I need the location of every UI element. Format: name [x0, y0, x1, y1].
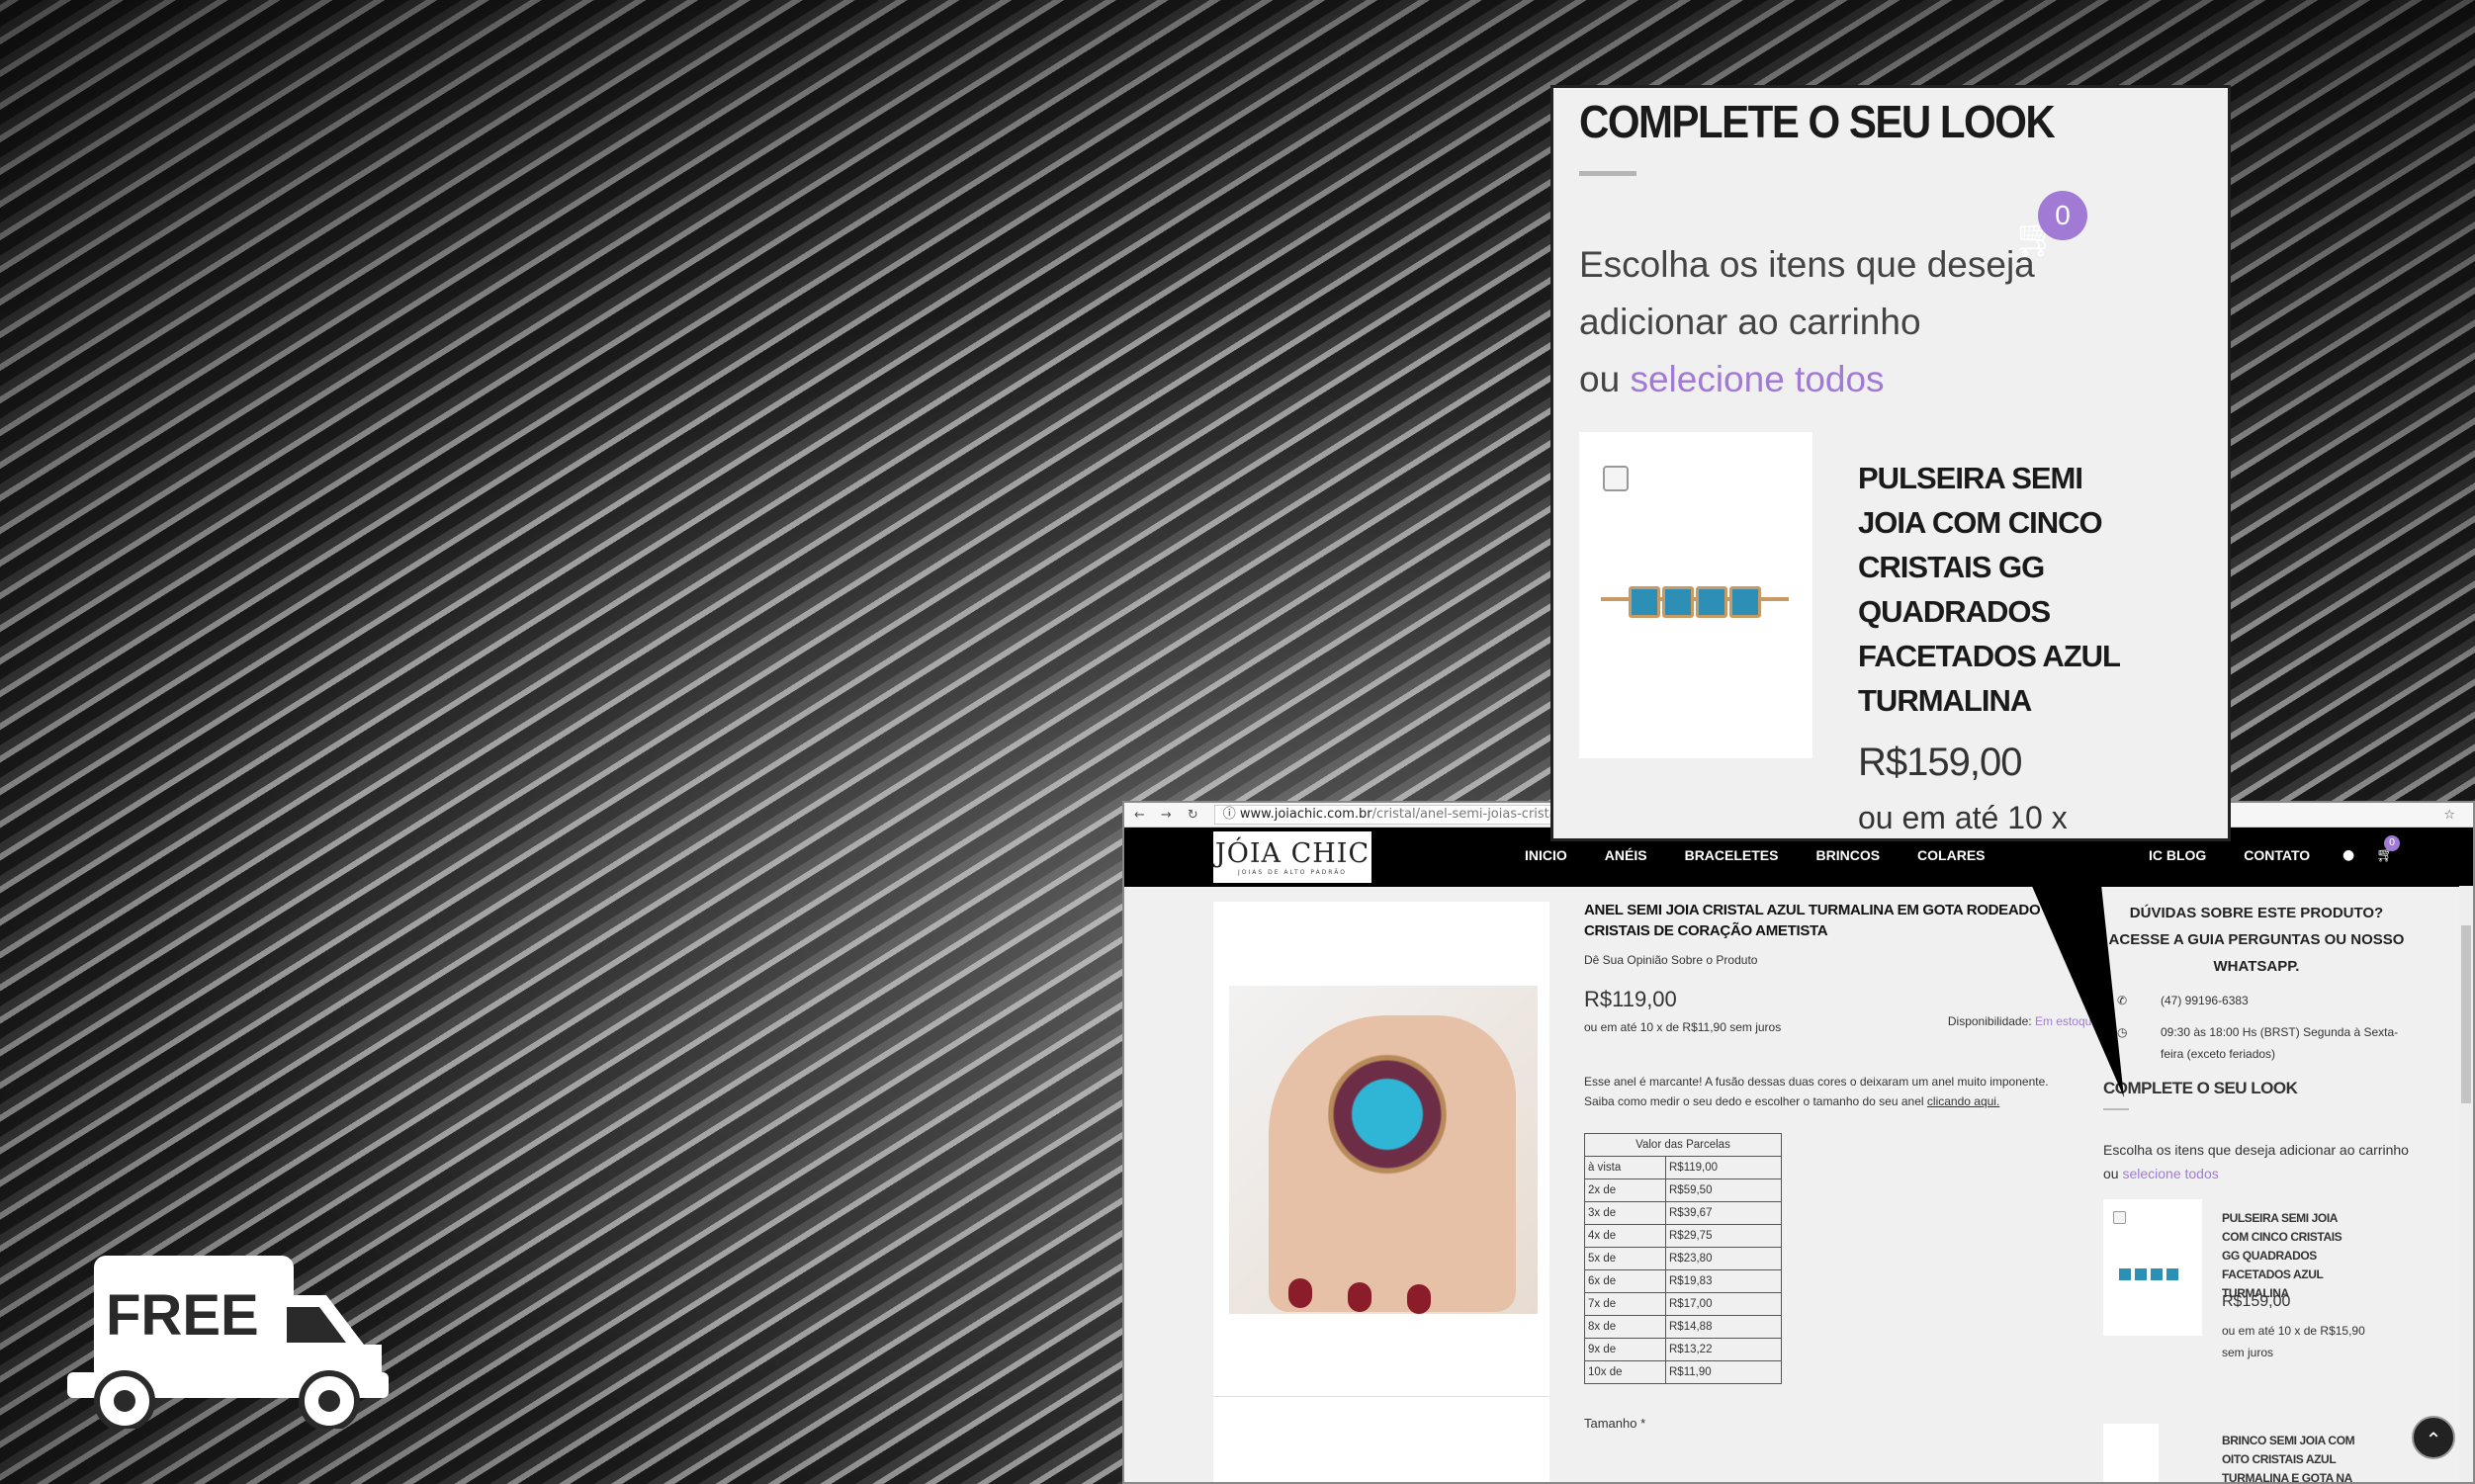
- product-title: ANEL SEMI JOIA CRISTAL AZUL TURMALINA EM…: [1584, 902, 2065, 939]
- bracelet-gem: [1629, 586, 1660, 618]
- review-link[interactable]: Dê Sua Opinião Sobre o Produto: [1584, 953, 2078, 967]
- nail-shape: [1348, 1282, 1371, 1312]
- table-row: 8x de R$14,88: [1584, 1315, 1782, 1339]
- product-info: ANEL SEMI JOIA CRISTAL AZUL TURMALINA EM…: [1584, 900, 2098, 1431]
- table-row: 9x de R$13,22: [1584, 1338, 1782, 1361]
- scrollbar-thumb[interactable]: [2461, 925, 2471, 1103]
- hours-text: 09:30 às 18:00 Hs (BRST) Segunda à Sexta…: [2161, 1025, 2399, 1061]
- url-domain: www.joiachic.com.br: [1239, 807, 1372, 822]
- bracelet-gem: [1729, 586, 1761, 618]
- zoom-cart-badge: 0: [2038, 191, 2087, 240]
- zoom-callout-panel: COMPLETE O SEU LOOK 🛒︎ 0 Escolha os iten…: [1550, 85, 2231, 841]
- zoom-title: COMPLETE O SEU LOOK: [1579, 96, 2056, 147]
- related-product-name[interactable]: PULSEIRA SEMI JOIA COM CINCO CRISTAIS GG…: [2222, 1209, 2360, 1303]
- table-row: 10x de R$11,90: [1584, 1360, 1782, 1384]
- description-line-2: Saiba como medir o seu dedo e escolher o…: [1584, 1094, 1924, 1108]
- reload-icon[interactable]: ↻: [1188, 808, 1198, 823]
- back-to-top-button[interactable]: ⌃: [2412, 1416, 2455, 1459]
- zoom-choose-line-2: adicionar ao carrinho: [1579, 302, 1921, 342]
- table-row: à vista R$119,00: [1584, 1156, 1782, 1179]
- related-product-installments: ou em até 10 x de R$15,90 sem juros: [2222, 1324, 2365, 1359]
- availability-value: Em estoque: [2034, 1014, 2098, 1028]
- table-row: 3x de R$39,67: [1584, 1201, 1782, 1225]
- back-icon[interactable]: ←: [1134, 808, 1145, 823]
- nav-icons: ● 🛒︎: [2342, 847, 2394, 863]
- table-header: Valor das Parcelas: [1584, 1133, 1782, 1157]
- contact-phone: ✆ (47) 99196-6383: [2103, 990, 2410, 1011]
- select-all-link[interactable]: selecione todos: [2122, 1166, 2218, 1181]
- cart-count-badge: 0: [2384, 835, 2400, 851]
- menu-item-inicio[interactable]: INICIO: [1525, 847, 1567, 867]
- zoom-choose-line-3: ou selecione todos: [1579, 351, 2093, 408]
- menu-item-contato[interactable]: CONTATO: [2244, 847, 2310, 867]
- contact-hours: ◷ 09:30 às 18:00 Hs (BRST) Segunda à Sext…: [2103, 1021, 2410, 1065]
- table-row: 4x de R$29,75: [1584, 1224, 1782, 1248]
- logo-name: JÓIA CHIC: [1214, 838, 1370, 869]
- choose-text: Escolha os itens que deseja adicionar ao…: [2103, 1138, 2410, 1185]
- url-path: /cristal/anel-semi-joias-cristal-a: [1371, 807, 1574, 822]
- product-checkbox[interactable]: [2113, 1211, 2126, 1224]
- phone-text: (47) 99196-6383: [2161, 994, 2249, 1007]
- whatsapp-icon: ✆: [2117, 994, 2128, 1007]
- table-row: 2x de R$59,50: [1584, 1178, 1782, 1202]
- size-guide-link[interactable]: clicando aqui.: [1927, 1094, 1999, 1108]
- related-product-name[interactable]: BRINCO SEMI JOIA COM OITO CRISTAIS AZUL …: [2222, 1432, 2370, 1482]
- gallery-thumbnails[interactable]: [1213, 1396, 1549, 1482]
- title-rule: [2103, 1108, 2129, 1110]
- zoom-choose-or: ou: [1579, 359, 1621, 399]
- ring-shape: [1328, 1045, 1447, 1183]
- installments-table: Valor das Parcelas à vista R$119,00 2x de…: [1584, 1133, 1782, 1384]
- user-icon[interactable]: ●: [2342, 847, 2354, 863]
- size-label: Tamanho *: [1584, 1416, 1646, 1431]
- zoom-title-rule: [1579, 171, 1636, 176]
- table-row: 6x de R$19,83: [1584, 1269, 1782, 1293]
- product-image[interactable]: [1229, 986, 1538, 1314]
- table-row: 7x de R$17,00: [1584, 1292, 1782, 1316]
- menu-item-aneis[interactable]: ANÉIS: [1605, 847, 1647, 867]
- menu-item-brincos[interactable]: BRINCOS: [1815, 847, 1880, 867]
- related-product-image[interactable]: [2103, 1199, 2202, 1336]
- help-question: DÚVIDAS SOBRE ESTE PRODUTO? ACESSE A GUI…: [2108, 905, 2405, 975]
- description-line-1: Esse anel é marcante! A fusão dessas dua…: [1584, 1075, 2049, 1089]
- zoom-product-price: R$159,00: [1858, 741, 2022, 784]
- free-shipping-truck-icon: FREE: [67, 1256, 389, 1429]
- zoom-choose-line-1: Escolha os itens que deseja: [1579, 244, 2035, 285]
- menu-item-braceletes[interactable]: BRACELETES: [1685, 847, 1779, 867]
- availability-label: Disponibilidade:: [1947, 1014, 2032, 1028]
- info-icon: ⓘ: [1222, 807, 1236, 822]
- logo-tagline: JOIAS DE ALTO PADRÃO: [1238, 869, 1347, 876]
- product-description: Esse anel é marcante! A fusão dessas dua…: [1584, 1072, 2069, 1111]
- nail-shape: [1288, 1278, 1312, 1308]
- zoom-choose-text: Escolha os itens que deseja adicionar ao…: [1579, 236, 2093, 408]
- bracelet-gem: [1662, 586, 1694, 618]
- related-product-image[interactable]: [2103, 1424, 2159, 1482]
- product-price: R$119,00: [1584, 987, 1677, 1011]
- forward-icon[interactable]: →: [1161, 808, 1172, 823]
- bookmark-star-icon[interactable]: ☆: [2443, 808, 2473, 823]
- related-product-card: PULSEIRA SEMI JOIA COM CINCO CRISTAIS GG…: [2103, 1199, 2410, 1359]
- nail-shape: [1407, 1284, 1431, 1314]
- zoom-product-image[interactable]: [1579, 432, 1812, 758]
- zoom-select-all-link[interactable]: selecione todos: [1630, 359, 1884, 399]
- menu-item-pulseiras[interactable]: PU: [2023, 847, 2042, 867]
- zoom-product-name[interactable]: PULSEIRA SEMI JOIA COM CINCO CRISTAIS GG…: [1858, 456, 2155, 723]
- free-label: FREE: [106, 1283, 259, 1348]
- related-product-price: R$159,00: [2222, 1293, 2291, 1310]
- clock-icon: ◷: [2117, 1025, 2128, 1039]
- product-sidebar: DÚVIDAS SOBRE ESTE PRODUTO? ACESSE A GUI…: [2103, 900, 2410, 1482]
- page-scrollbar[interactable]: [2459, 886, 2473, 1482]
- bracelet-image: [1601, 580, 1789, 620]
- complete-look-title: COMPLETE O SEU LOOK: [2103, 1079, 2298, 1097]
- zoom-product-installments: ou em até 10 x: [1858, 800, 2068, 835]
- site-logo[interactable]: JÓIA CHIC JOIAS DE ALTO PADRÃO: [1213, 831, 1371, 883]
- availability: Disponibilidade: Em estoque: [1948, 1014, 2098, 1028]
- menu-item-colares[interactable]: COLARES: [1917, 847, 1985, 867]
- website-screenshot: ← → ↻ ⓘ www.joiachic.com.br/cristal/anel…: [1122, 801, 2475, 1484]
- table-row: 5x de R$23,80: [1584, 1247, 1782, 1270]
- zoom-product-checkbox[interactable]: [1603, 466, 1629, 491]
- menu-item-blog[interactable]: IC BLOG: [2149, 847, 2206, 867]
- bracelet-gem: [1696, 586, 1727, 618]
- bracelet-thumb: [2111, 1268, 2194, 1280]
